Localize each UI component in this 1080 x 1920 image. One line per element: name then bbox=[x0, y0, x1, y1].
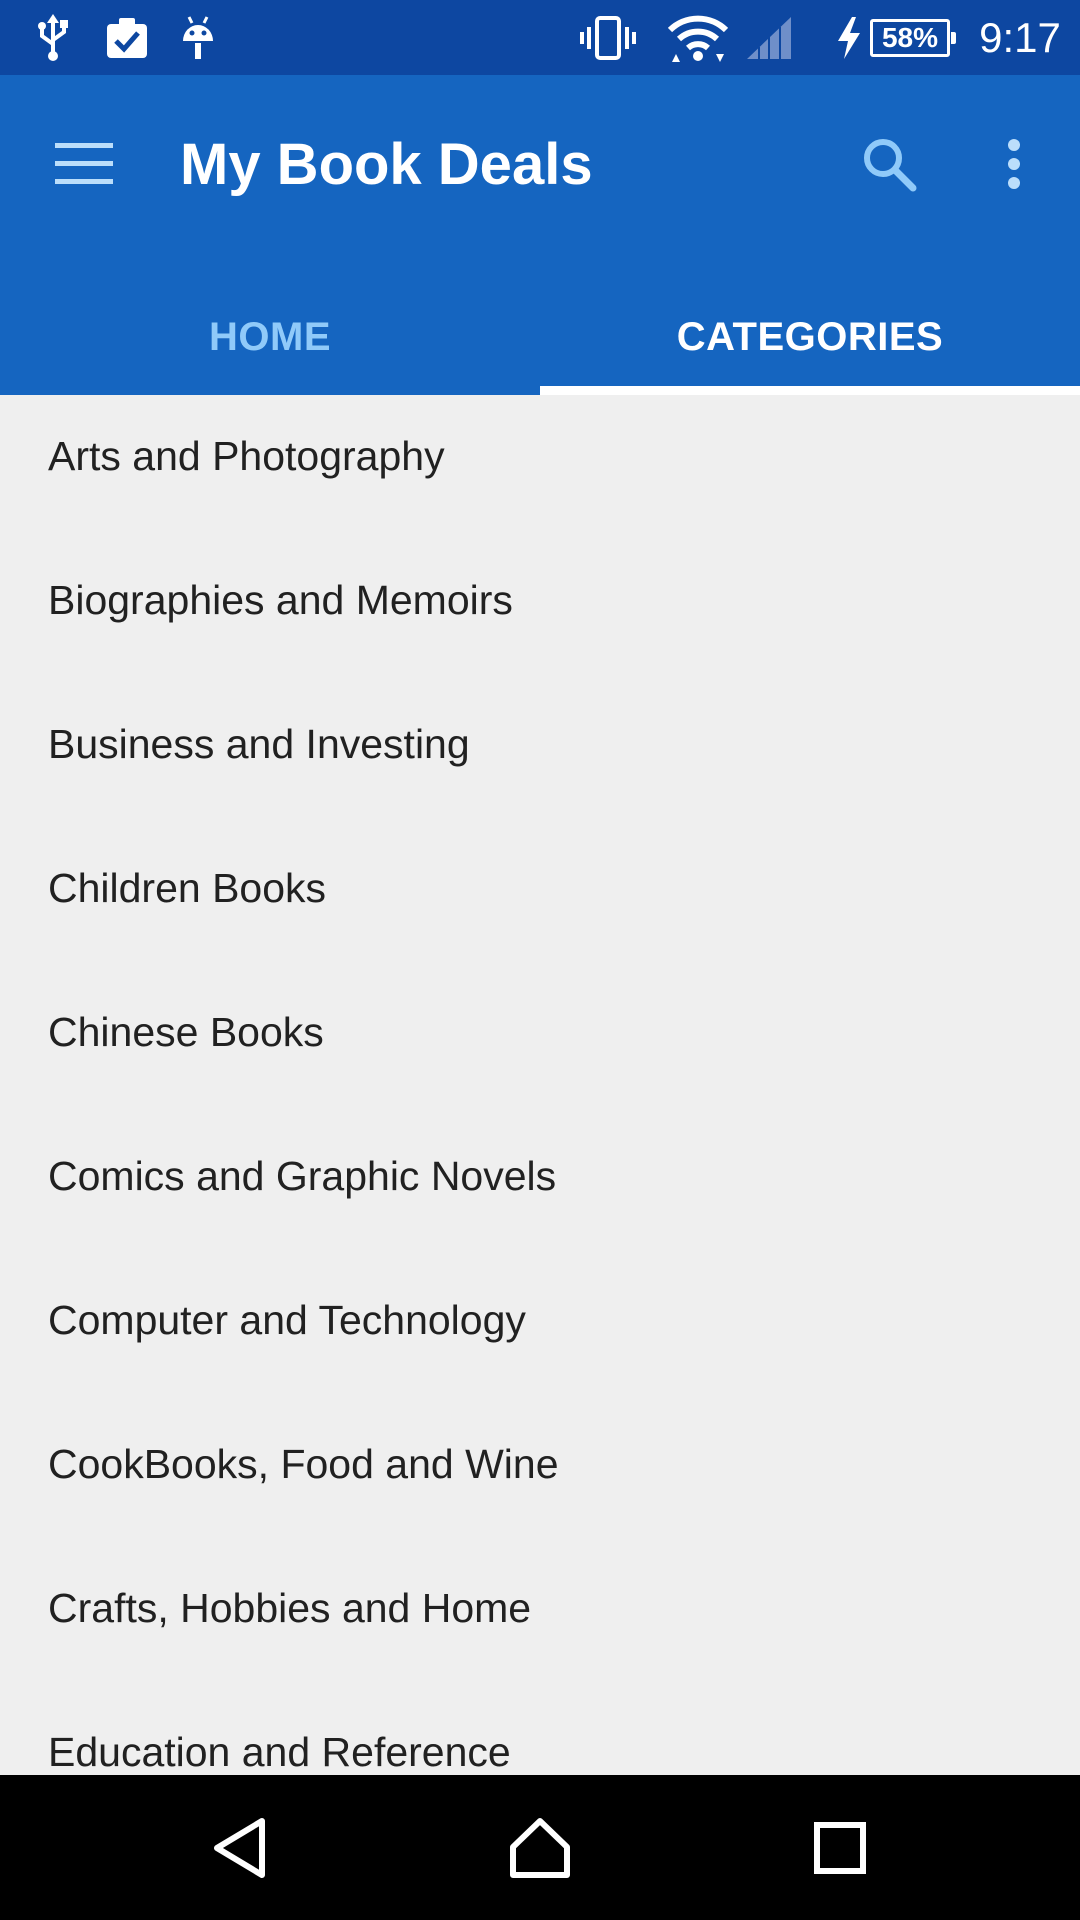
list-item-label: Chinese Books bbox=[48, 1009, 324, 1055]
list-item[interactable]: Biographies and Memoirs bbox=[0, 539, 1080, 683]
list-item[interactable]: Comics and Graphic Novels bbox=[0, 1115, 1080, 1259]
status-bar: 58% 9:17 bbox=[0, 0, 1080, 75]
recents-icon bbox=[814, 1821, 866, 1874]
list-item-label: CookBooks, Food and Wine bbox=[48, 1441, 559, 1487]
home-button[interactable] bbox=[485, 1795, 595, 1900]
list-item-label: Comics and Graphic Novels bbox=[48, 1153, 557, 1199]
status-time: 9:17 bbox=[979, 13, 1061, 61]
category-list: Arts and Photography Biographies and Mem… bbox=[0, 395, 1080, 1775]
charging-icon bbox=[834, 0, 864, 75]
tab-categories[interactable]: CATEGORIES bbox=[540, 280, 1080, 395]
tab-bar: HOME CATEGORIES bbox=[0, 280, 1080, 395]
list-item-label: Children Books bbox=[48, 865, 327, 911]
more-vert-icon bbox=[1008, 139, 1020, 189]
more-options-button[interactable] bbox=[970, 120, 1058, 208]
cell-signal-icon bbox=[744, 0, 794, 75]
wifi-icon bbox=[668, 0, 728, 75]
list-item[interactable]: CookBooks, Food and Wine bbox=[0, 1403, 1080, 1547]
list-item-label: Education and Reference bbox=[48, 1729, 511, 1775]
android-icon bbox=[178, 0, 218, 75]
app-title: My Book Deals bbox=[180, 132, 593, 197]
menu-button[interactable] bbox=[40, 120, 128, 208]
list-item-label: Biographies and Memoirs bbox=[48, 577, 513, 623]
recents-button[interactable] bbox=[785, 1795, 895, 1900]
screen: 58% 9:17 My Book Deals HOME CATEGORIES A… bbox=[0, 0, 1080, 1920]
tab-categories-label: CATEGORIES bbox=[676, 315, 944, 359]
list-item-label: Business and Investing bbox=[48, 721, 470, 767]
back-icon bbox=[214, 1817, 265, 1878]
list-item[interactable]: Chinese Books bbox=[0, 971, 1080, 1115]
list-item[interactable]: Business and Investing bbox=[0, 683, 1080, 827]
list-item-label: Arts and Photography bbox=[48, 433, 445, 479]
back-button[interactable] bbox=[185, 1795, 295, 1900]
list-item[interactable]: Arts and Photography bbox=[0, 395, 1080, 539]
list-item[interactable]: Computer and Technology bbox=[0, 1259, 1080, 1403]
tab-home[interactable]: HOME bbox=[0, 280, 540, 395]
app-bar: My Book Deals HOME CATEGORIES bbox=[0, 75, 1080, 395]
menu-icon bbox=[55, 143, 113, 184]
clipboard-check-icon bbox=[104, 0, 150, 75]
search-icon bbox=[864, 139, 917, 192]
vibrate-icon bbox=[580, 0, 636, 75]
list-item[interactable]: Crafts, Hobbies and Home bbox=[0, 1547, 1080, 1691]
battery-icon: 58% bbox=[870, 19, 956, 57]
list-item-label: Crafts, Hobbies and Home bbox=[48, 1585, 532, 1631]
home-icon bbox=[510, 1817, 570, 1878]
tab-home-label: HOME bbox=[209, 315, 331, 359]
navigation-bar bbox=[0, 1775, 1080, 1920]
list-item[interactable]: Children Books bbox=[0, 827, 1080, 971]
search-button[interactable] bbox=[845, 120, 933, 208]
usb-icon bbox=[33, 0, 73, 75]
battery-percent: 58% bbox=[881, 22, 939, 53]
list-item[interactable]: Education and Reference bbox=[0, 1691, 1080, 1775]
list-item-label: Computer and Technology bbox=[48, 1297, 526, 1343]
